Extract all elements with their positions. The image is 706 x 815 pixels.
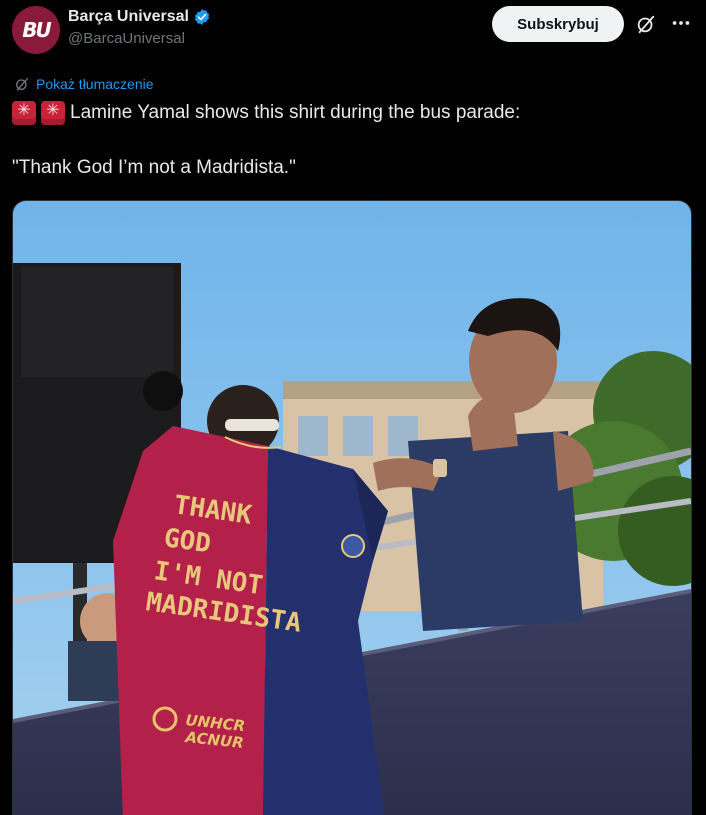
more-icon[interactable] xyxy=(670,12,692,34)
tweet-line-1-text: Lamine Yamal shows this shirt during the… xyxy=(70,102,521,123)
author-row: Barça Universal xyxy=(68,6,211,28)
avatar[interactable]: BU xyxy=(12,6,60,54)
rotating-light-emoji-icon xyxy=(41,101,65,125)
tweet-post: BU Barça Universal @BarcaUniversal Subsk… xyxy=(0,0,706,815)
avatar-text: BU xyxy=(22,18,52,42)
handle[interactable]: @BarcaUniversal xyxy=(68,30,211,47)
rotating-light-emoji-icon xyxy=(12,101,36,125)
translate-link[interactable]: Pokaż tłumaczenie xyxy=(14,76,154,92)
verified-badge-icon xyxy=(194,9,210,25)
tweet-line-2: "Thank God I’m not a Madridista." xyxy=(12,157,296,178)
translate-icon xyxy=(16,78,28,91)
tweet-text: Lamine Yamal shows this shirt during the… xyxy=(12,98,692,182)
video-frame: THANK GOD I'M NOT MADRIDISTA UNHCR ACNUR xyxy=(13,201,691,815)
author-block: Barça Universal @BarcaUniversal xyxy=(68,6,211,47)
video-media[interactable]: THANK GOD I'M NOT MADRIDISTA UNHCR ACNUR xyxy=(12,200,692,815)
translate-label: Pokaż tłumaczenie xyxy=(36,76,154,92)
tweet-line-1: Lamine Yamal shows this shirt during the… xyxy=(12,98,692,128)
grok-icon[interactable] xyxy=(635,13,657,35)
subscribe-button[interactable]: Subskrybuj xyxy=(492,6,624,42)
display-name[interactable]: Barça Universal xyxy=(68,8,189,26)
